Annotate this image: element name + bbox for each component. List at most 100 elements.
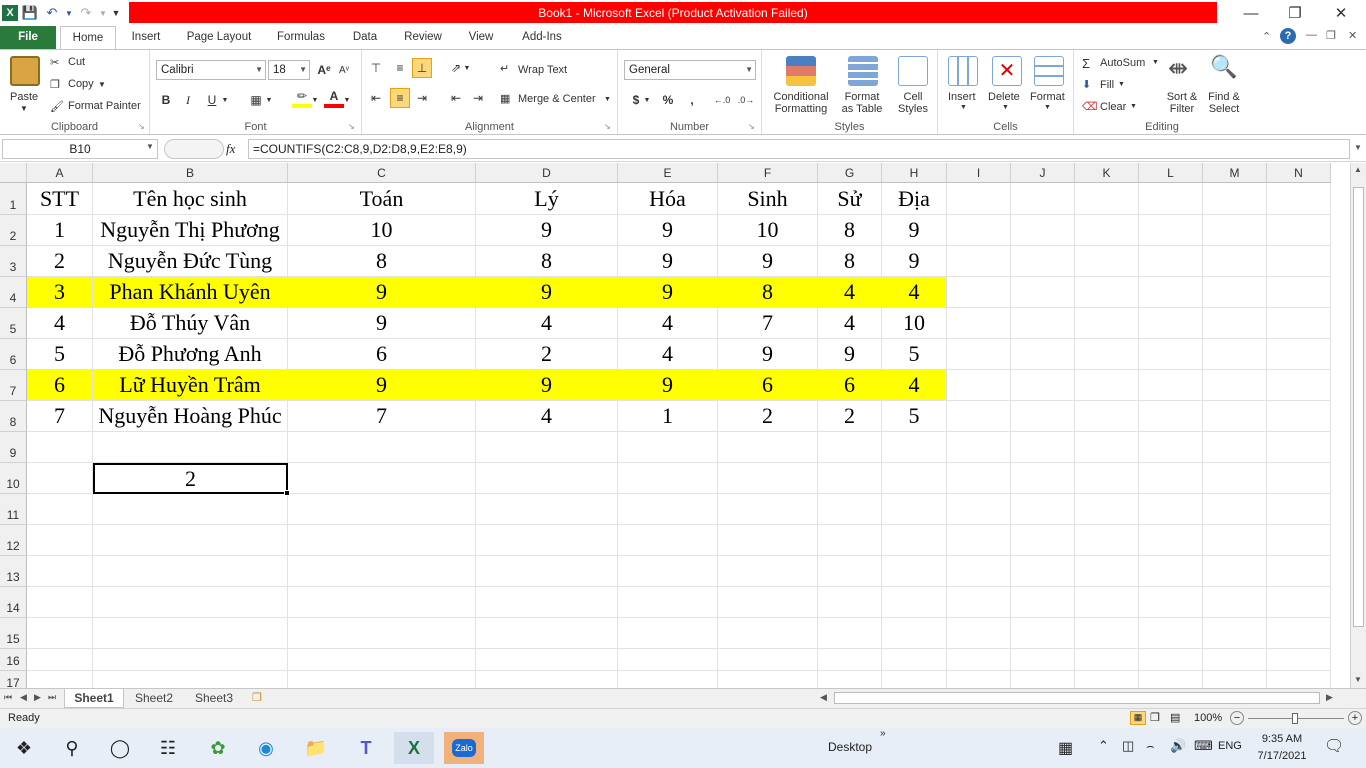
cell-b5[interactable]: Đỗ Thúy Vân [93, 308, 288, 339]
cell-b8[interactable]: Nguyễn Hoàng Phúc [93, 401, 288, 432]
cell-j13[interactable] [1011, 556, 1075, 587]
conditional-formatting-button[interactable]: Conditional Formatting [770, 91, 832, 115]
tab-home[interactable]: Home [60, 26, 116, 50]
cell-k3[interactable] [1075, 246, 1139, 277]
cell-i17[interactable] [947, 671, 1011, 688]
cell-e13[interactable] [618, 556, 718, 587]
cortana-icon[interactable]: ◯ [100, 732, 140, 764]
cell-f14[interactable] [718, 587, 818, 618]
cell-h5[interactable]: 10 [882, 308, 947, 339]
wrap-text-button[interactable]: Wrap Text [518, 64, 567, 76]
cell-n5[interactable] [1267, 308, 1331, 339]
insert-function-icon[interactable]: fx [226, 141, 235, 157]
cell-n17[interactable] [1267, 671, 1331, 688]
cell-i12[interactable] [947, 525, 1011, 556]
cell-e14[interactable] [618, 587, 718, 618]
vertical-scrollbar[interactable]: ▲ ▼ [1350, 163, 1366, 688]
tab-insert[interactable]: Insert [120, 26, 172, 49]
fill-icon[interactable]: ⬇ [1082, 78, 1091, 91]
cell-a9[interactable] [27, 432, 93, 463]
ime-icon[interactable]: ⌨ [1194, 738, 1213, 754]
cell-e8[interactable]: 1 [618, 401, 718, 432]
merge-center-button[interactable]: Merge & Center [518, 93, 596, 105]
row-header-9[interactable]: 9 [0, 432, 27, 463]
underline-button[interactable]: U [202, 90, 222, 110]
cell-m7[interactable] [1203, 370, 1267, 401]
align-left-icon[interactable]: ⇤ [366, 88, 386, 108]
cell-g7[interactable]: 6 [818, 370, 882, 401]
redo-icon[interactable]: ↷ [76, 2, 96, 24]
cut-icon[interactable]: ✂ [50, 56, 59, 69]
cell-k16[interactable] [1075, 649, 1139, 671]
row-header-8[interactable]: 8 [0, 401, 27, 432]
font-launcher-icon[interactable]: ↘ [348, 122, 355, 131]
cell-m15[interactable] [1203, 618, 1267, 649]
cell-k5[interactable] [1075, 308, 1139, 339]
tab-data[interactable]: Data [342, 26, 388, 49]
cell-j5[interactable] [1011, 308, 1075, 339]
cell-k7[interactable] [1075, 370, 1139, 401]
insert-sheet-icon[interactable]: ❐ [252, 691, 262, 704]
cell-e2[interactable]: 9 [618, 215, 718, 246]
cell-a3[interactable]: 2 [27, 246, 93, 277]
cell-f11[interactable] [718, 494, 818, 525]
cell-m9[interactable] [1203, 432, 1267, 463]
cell-g3[interactable]: 8 [818, 246, 882, 277]
cell-c5[interactable]: 9 [288, 308, 476, 339]
cell-a12[interactable] [27, 525, 93, 556]
cell-f6[interactable]: 9 [718, 339, 818, 370]
row-header-5[interactable]: 5 [0, 308, 27, 339]
customize-qat-icon[interactable]: ▼ [110, 2, 122, 24]
cell-d3[interactable]: 8 [476, 246, 618, 277]
cell-i15[interactable] [947, 618, 1011, 649]
cell-g12[interactable] [818, 525, 882, 556]
cell-k15[interactable] [1075, 618, 1139, 649]
percent-button[interactable]: % [658, 90, 678, 110]
cell-e7[interactable]: 9 [618, 370, 718, 401]
formula-input[interactable]: =COUNTIFS(C2:C8,9,D2:D8,9,E2:E8,9) [248, 139, 1350, 159]
cell-d16[interactable] [476, 649, 618, 671]
cell-j10[interactable] [1011, 463, 1075, 494]
row-header-6[interactable]: 6 [0, 339, 27, 370]
cell-d9[interactable] [476, 432, 618, 463]
cell-styles-button[interactable]: Cell Styles [890, 91, 936, 115]
cell-f1[interactable]: Sinh [718, 183, 818, 215]
cell-m16[interactable] [1203, 649, 1267, 671]
cell-h16[interactable] [882, 649, 947, 671]
underline-dropdown-icon[interactable]: ▼ [220, 90, 230, 110]
paste-button[interactable]: Paste [10, 91, 38, 103]
row-header-2[interactable]: 2 [0, 215, 27, 246]
copy-button[interactable]: Copy [68, 78, 94, 90]
row-header-1[interactable]: 1 [0, 183, 27, 215]
cell-l14[interactable] [1139, 587, 1203, 618]
tab-file[interactable]: File [0, 26, 56, 49]
restore-button[interactable]: ❐ [1272, 0, 1318, 26]
row-header-7[interactable]: 7 [0, 370, 27, 401]
formula-bar-handle[interactable] [164, 139, 224, 159]
cell-b9[interactable] [93, 432, 288, 463]
cell-c13[interactable] [288, 556, 476, 587]
window-minimize-icon[interactable]: — [1306, 29, 1317, 41]
format-button[interactable]: Format [1030, 91, 1065, 103]
sort-filter-icon[interactable]: ⇼ [1168, 54, 1188, 83]
cell-e12[interactable] [618, 525, 718, 556]
sheet-tab-sheet2[interactable]: Sheet2 [126, 689, 182, 708]
merge-dropdown-icon[interactable]: ▼ [604, 96, 611, 103]
cell-a4[interactable]: 3 [27, 277, 93, 308]
cell-m8[interactable] [1203, 401, 1267, 432]
font-color-icon[interactable]: A [324, 88, 344, 108]
zalo-icon[interactable]: Zalo [444, 732, 484, 764]
cell-h6[interactable]: 5 [882, 339, 947, 370]
cell-e6[interactable]: 4 [618, 339, 718, 370]
volume-icon[interactable]: 🔊 [1170, 738, 1186, 754]
cell-n10[interactable] [1267, 463, 1331, 494]
delete-cells-icon[interactable]: ✕ [992, 56, 1022, 86]
cell-b14[interactable] [93, 587, 288, 618]
help-icon[interactable]: ? [1280, 28, 1296, 44]
cell-a5[interactable]: 4 [27, 308, 93, 339]
last-sheet-icon[interactable]: ⏭ [48, 692, 56, 703]
column-header-a[interactable]: A [27, 163, 93, 183]
cell-h17[interactable] [882, 671, 947, 688]
clear-button[interactable]: Clear [1100, 101, 1126, 113]
column-header-k[interactable]: K [1075, 163, 1139, 183]
